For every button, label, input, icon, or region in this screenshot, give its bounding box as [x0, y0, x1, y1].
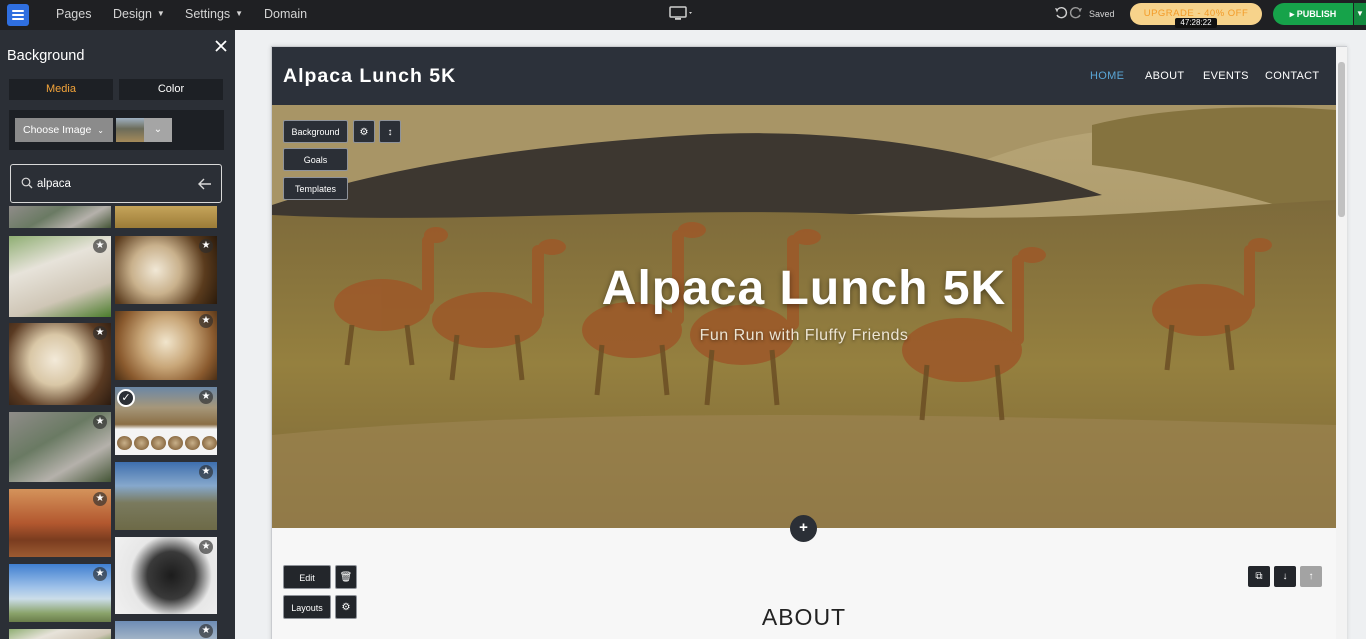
- image-thumbnail[interactable]: ★: [115, 537, 217, 614]
- scrollbar-thumb[interactable]: [1338, 62, 1345, 217]
- hero-background-image: [272, 105, 1336, 528]
- star-icon[interactable]: ★: [93, 567, 107, 581]
- menu-icon[interactable]: [7, 4, 29, 26]
- about-heading[interactable]: ABOUT: [272, 604, 1336, 631]
- goals-button[interactable]: Goals: [283, 148, 348, 171]
- chevron-down-icon: ▼: [235, 9, 244, 18]
- image-thumbnail[interactable]: ★: [9, 412, 111, 482]
- star-icon[interactable]: ★: [93, 492, 107, 506]
- plus-icon: +: [799, 519, 808, 536]
- star-icon[interactable]: ★: [93, 326, 107, 340]
- megaphone-icon: ▸: [1289, 9, 1295, 19]
- star-icon[interactable]: ★: [93, 239, 107, 253]
- publish-options-button[interactable]: ▼: [1354, 3, 1366, 25]
- nav-settings[interactable]: Settings ▼: [185, 7, 243, 21]
- selected-image-preview: [116, 118, 144, 142]
- hero-subtitle[interactable]: Fun Run with Fluffy Friends: [272, 327, 1336, 345]
- panel-title: Background: [7, 48, 85, 64]
- star-icon[interactable]: ★: [199, 390, 213, 404]
- site-logo[interactable]: Alpaca Lunch 5K: [283, 65, 456, 88]
- star-icon[interactable]: ★: [199, 540, 213, 554]
- resize-vertical-icon: ↕: [387, 127, 393, 138]
- undo-icon[interactable]: [1054, 6, 1068, 20]
- upgrade-countdown: 47:28:22: [1175, 18, 1217, 28]
- nav-domain-label: Domain: [264, 7, 308, 21]
- close-icon[interactable]: [214, 39, 228, 53]
- star-icon[interactable]: ★: [199, 314, 213, 328]
- image-results-grid: ★ ★ ★ ★ ★ ★ ★ ✓ ★ ★ ★ ★: [0, 206, 235, 639]
- desktop-device-icon[interactable]: [669, 6, 695, 22]
- image-thumbnail[interactable]: ★: [9, 236, 111, 317]
- chevron-down-icon: ▼: [156, 9, 165, 18]
- image-thumbnail[interactable]: ★: [9, 323, 111, 405]
- save-status: Saved: [1089, 9, 1115, 19]
- hero-section[interactable]: Alpaca Lunch 5K Fun Run with Fluffy Frie…: [272, 105, 1336, 528]
- top-toolbar: Pages Design ▼ Settings ▼ Domain Saved UPG…: [0, 0, 1366, 30]
- star-icon[interactable]: ★: [199, 239, 213, 253]
- arrow-down-icon: ↓: [1282, 571, 1288, 582]
- gear-icon: ⚙: [359, 127, 369, 138]
- trash-icon: 🗑: [339, 572, 353, 583]
- chevron-down-icon: ▼: [1356, 9, 1364, 18]
- image-picker: Choose Image ⌄ ⌄: [9, 110, 224, 150]
- tab-color[interactable]: Color: [119, 79, 223, 100]
- image-thumbnail[interactable]: ★: [9, 489, 111, 557]
- site-nav-about[interactable]: ABOUT: [1145, 70, 1184, 82]
- image-thumbnail-selected[interactable]: ✓ ★: [115, 387, 217, 455]
- site-nav-contact[interactable]: CONTACT: [1265, 70, 1319, 82]
- arrow-up-icon: ↑: [1308, 571, 1314, 582]
- image-thumbnail[interactable]: ★: [115, 311, 217, 380]
- background-panel: Background Media Color Choose Image ⌄ ⌄ …: [0, 30, 235, 639]
- image-thumbnail[interactable]: ★: [9, 564, 111, 622]
- duplicate-section-button[interactable]: ⧉: [1248, 566, 1270, 587]
- move-up-button[interactable]: ↑: [1300, 566, 1322, 587]
- image-thumbnail[interactable]: [9, 629, 111, 639]
- image-thumbnail[interactable]: ★: [115, 621, 217, 639]
- image-search: [10, 164, 222, 203]
- star-icon[interactable]: ★: [199, 465, 213, 479]
- hero-title[interactable]: Alpaca Lunch 5K: [272, 261, 1336, 316]
- site-header: Alpaca Lunch 5K HOME ABOUT EVENTS CONTAC…: [272, 47, 1336, 105]
- image-thumbnail[interactable]: ★: [115, 462, 217, 530]
- choose-image-button[interactable]: Choose Image ⌄: [15, 118, 113, 142]
- choose-image-label: Choose Image: [23, 124, 92, 136]
- chevron-down-icon: ⌄: [153, 124, 163, 135]
- preview-scrollbar[interactable]: [1336, 47, 1347, 639]
- search-icon: [21, 177, 33, 189]
- nav-domain[interactable]: Domain: [264, 7, 307, 21]
- publish-button[interactable]: ▸ PUBLISH: [1273, 3, 1353, 25]
- image-thumbnail[interactable]: [115, 206, 217, 228]
- star-icon[interactable]: ★: [199, 624, 213, 638]
- nav-design[interactable]: Design ▼: [113, 7, 165, 21]
- site-nav-home[interactable]: HOME: [1090, 70, 1124, 82]
- nav-settings-label: Settings: [185, 7, 231, 21]
- add-section-button[interactable]: +: [790, 515, 817, 542]
- section-height-button[interactable]: ↕: [379, 120, 401, 143]
- about-section: Edit 🗑 Layouts ⚙ ⧉ ↓ ↑ ABOUT: [272, 528, 1336, 639]
- image-thumbnail[interactable]: ★: [115, 236, 217, 304]
- site-nav-events[interactable]: EVENTS: [1203, 70, 1249, 82]
- section-settings-button[interactable]: ⚙: [353, 120, 375, 143]
- star-icon[interactable]: ★: [93, 415, 107, 429]
- nav-pages-label: Pages: [56, 7, 92, 21]
- image-thumbnail[interactable]: [9, 206, 111, 228]
- image-strip: [117, 436, 217, 450]
- chevron-down-icon: ⌄: [97, 126, 104, 135]
- move-down-button[interactable]: ↓: [1274, 566, 1296, 587]
- site-preview: Alpaca Lunch 5K HOME ABOUT EVENTS CONTAC…: [271, 46, 1347, 639]
- arrow-left-icon[interactable]: [197, 176, 213, 192]
- nav-design-label: Design: [113, 7, 152, 21]
- delete-button[interactable]: 🗑: [335, 565, 357, 589]
- background-button[interactable]: Background: [283, 120, 348, 143]
- redo-icon[interactable]: [1069, 6, 1083, 20]
- tab-media[interactable]: Media: [9, 79, 113, 100]
- nav-pages[interactable]: Pages: [56, 7, 91, 21]
- search-input[interactable]: [37, 174, 187, 194]
- image-options-dropdown[interactable]: ⌄: [144, 118, 172, 142]
- copy-icon: ⧉: [1255, 571, 1263, 582]
- edit-button[interactable]: Edit: [283, 565, 331, 589]
- publish-label: PUBLISH: [1296, 9, 1337, 19]
- templates-button[interactable]: Templates: [283, 177, 348, 200]
- check-icon: ✓: [117, 389, 135, 407]
